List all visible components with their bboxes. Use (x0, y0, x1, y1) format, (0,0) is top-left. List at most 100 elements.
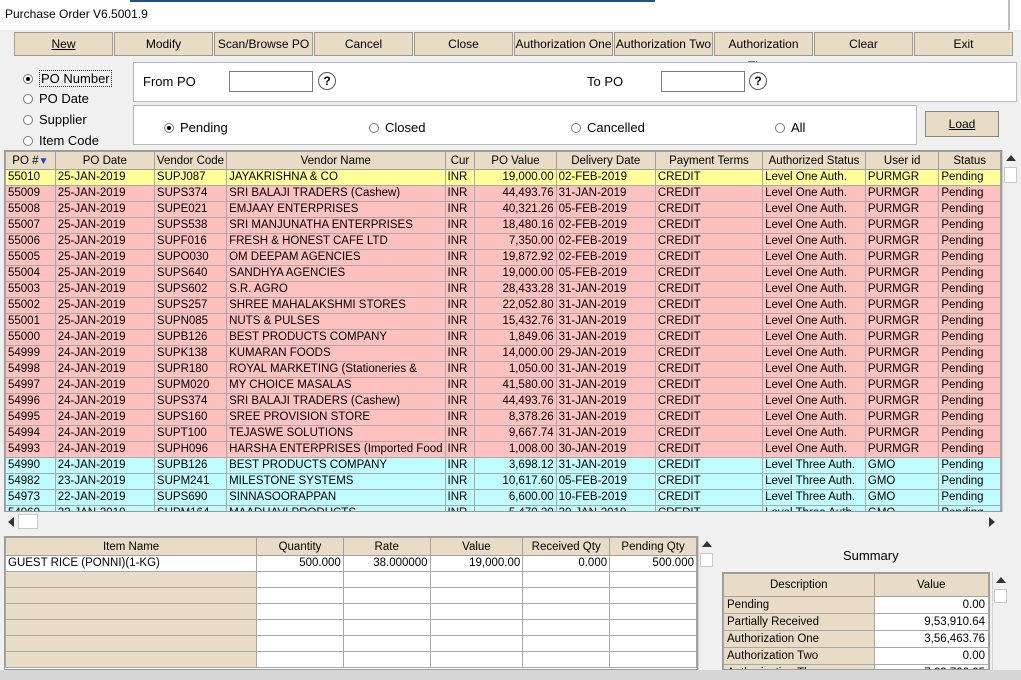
item-cell-blank[interactable] (342, 651, 431, 668)
po-row[interactable]: 54973 22-JAN-2019 SUPS690 SINNASOORAPPAN INR… (5, 489, 1001, 506)
po-cell-user-id[interactable]: PURMGR (864, 281, 940, 298)
po-cell-user-id[interactable]: PURMGR (864, 201, 940, 218)
po-cell-payment-terms[interactable]: CREDIT (654, 361, 764, 378)
po-cell-po-date[interactable]: 25-JAN-2019 (54, 169, 155, 186)
po-cell-vendor-code[interactable]: SUPB126 (153, 457, 228, 474)
po-cell-currency[interactable]: INR (444, 297, 476, 314)
po-cell-user-id[interactable]: PURMGR (864, 441, 940, 458)
po-cell-authorized-status[interactable]: Level One Auth. (762, 377, 866, 394)
po-cell-po-value[interactable]: 15,432.76 (474, 313, 557, 330)
po-cell-currency[interactable]: INR (444, 329, 476, 346)
po-cell-status[interactable]: Pending (938, 441, 1001, 458)
po-cell-authorized-status[interactable]: Level One Auth. (762, 169, 866, 186)
po-cell-vendor-code[interactable]: SUPE021 (153, 201, 228, 218)
po-row[interactable]: 55009 25-JAN-2019 SUPS374 SRI BALAJI TRADER… (5, 185, 1001, 202)
po-cell-po-date[interactable]: 25-JAN-2019 (54, 217, 155, 234)
po-cell-status[interactable]: Pending (938, 249, 1001, 266)
po-cell-payment-terms[interactable]: CREDIT (654, 233, 764, 250)
item-row-blank[interactable] (5, 619, 697, 636)
item-cell-blank[interactable] (256, 571, 344, 588)
po-cell-vendor-name[interactable]: SHREE MAHALAKSHMI STORES (226, 297, 446, 314)
col-quantity[interactable]: Quantity (256, 537, 344, 556)
po-cell-vendor-name[interactable]: NUTS & PULSES (226, 313, 446, 330)
po-cell-po-value[interactable]: 9,667.74 (474, 425, 557, 442)
po-cell-po-date[interactable]: 24-JAN-2019 (54, 425, 155, 442)
col-user-id[interactable]: User id (864, 151, 940, 170)
po-cell-user-id[interactable]: GMO (864, 505, 940, 511)
po-cell-po-value[interactable]: 44,493.76 (474, 393, 557, 410)
item-cell-rate[interactable]: 38.000000 (342, 555, 431, 572)
summary-scroll-up-arrow-icon[interactable] (996, 577, 1006, 583)
po-cell-currency[interactable]: INR (444, 345, 476, 362)
po-cell-po-date[interactable]: 24-JAN-2019 (54, 345, 155, 362)
po-cell-authorized-status[interactable]: Level One Auth. (762, 441, 866, 458)
po-cell-po-number[interactable]: 54996 (5, 393, 56, 410)
summary-vscroll-thumb[interactable] (994, 589, 1007, 603)
po-cell-vendor-code[interactable]: SUPS602 (153, 281, 228, 298)
po-row[interactable]: 54982 23-JAN-2019 SUPM241 MILESTONE SYSTEMS… (5, 473, 1001, 490)
po-cell-user-id[interactable]: GMO (864, 473, 940, 490)
po-cell-po-number[interactable]: 54990 (5, 457, 56, 474)
po-cell-payment-terms[interactable]: CREDIT (654, 249, 764, 266)
po-cell-authorized-status[interactable]: Level One Auth. (762, 297, 866, 314)
po-cell-po-date[interactable]: 25-JAN-2019 (54, 249, 155, 266)
po-row[interactable]: 54994 24-JAN-2019 SUPT100 TEJASWE SOLUTIONS… (5, 425, 1001, 442)
po-cell-vendor-code[interactable]: SUPS257 (153, 297, 228, 314)
po-cell-authorized-status[interactable]: Level One Auth. (762, 313, 866, 330)
po-cell-status[interactable]: Pending (938, 233, 1001, 250)
po-cell-payment-terms[interactable]: CREDIT (654, 441, 764, 458)
item-cell-blank[interactable] (342, 603, 431, 620)
modify-button[interactable]: Modify (114, 32, 213, 56)
po-cell-po-value[interactable]: 44,493.76 (474, 185, 557, 202)
col-rate[interactable]: Rate (342, 537, 431, 556)
po-cell-vendor-code[interactable]: SUPS640 (153, 265, 228, 282)
item-cell-blank[interactable] (609, 571, 697, 588)
po-cell-po-number[interactable]: 55001 (5, 313, 56, 330)
po-cell-po-date[interactable]: 22-JAN-2019 (54, 489, 155, 506)
po-cell-po-number[interactable]: 54999 (5, 345, 56, 362)
po-cell-authorized-status[interactable]: Level Three Auth. (762, 473, 866, 490)
radio-po-date[interactable]: PO Date (23, 91, 89, 106)
po-cell-currency[interactable]: INR (444, 505, 476, 511)
po-cell-po-value[interactable]: 8,378.26 (474, 409, 557, 426)
po-cell-po-value[interactable]: 1,849.06 (474, 329, 557, 346)
item-cell-blank[interactable] (5, 587, 258, 604)
item-cell-blank[interactable] (522, 603, 611, 620)
item-cell-blank[interactable] (522, 571, 611, 588)
po-cell-authorized-status[interactable]: Level One Auth. (762, 409, 866, 426)
col-value[interactable]: Value (429, 537, 524, 556)
po-cell-user-id[interactable]: PURMGR (864, 345, 940, 362)
item-row-blank[interactable] (5, 651, 697, 668)
po-cell-payment-terms[interactable]: CREDIT (654, 345, 764, 362)
po-row[interactable]: 54998 24-JAN-2019 SUPR180 ROYAL MARKETING (… (5, 361, 1001, 378)
po-cell-po-date[interactable]: 24-JAN-2019 (54, 409, 155, 426)
po-cell-user-id[interactable]: PURMGR (864, 185, 940, 202)
po-row[interactable]: 55008 25-JAN-2019 SUPE021 EMJAAY ENTERPRISE… (5, 201, 1001, 218)
po-cell-vendor-code[interactable]: SUPB126 (153, 329, 228, 346)
po-cell-status[interactable]: Pending (938, 489, 1001, 506)
po-cell-vendor-name[interactable]: S.R. AGRO (226, 281, 446, 298)
po-cell-po-number[interactable]: 55006 (5, 233, 56, 250)
radio-supplier[interactable]: Supplier (23, 112, 87, 127)
po-cell-status[interactable]: Pending (938, 425, 1001, 442)
po-cell-po-value[interactable]: 41,580.00 (474, 377, 557, 394)
po-cell-po-value[interactable]: 14,000.00 (474, 345, 557, 362)
po-cell-delivery-date[interactable]: 05-FEB-2019 (555, 201, 656, 218)
po-cell-vendor-name[interactable]: SRI BALAJI TRADERS (Cashew) (226, 185, 446, 202)
po-cell-authorized-status[interactable]: Level One Auth. (762, 233, 866, 250)
po-cell-payment-terms[interactable]: CREDIT (654, 185, 764, 202)
col-currency[interactable]: Cur (444, 151, 476, 170)
po-cell-currency[interactable]: INR (444, 425, 476, 442)
po-cell-vendor-name[interactable]: BEST PRODUCTS COMPANY (226, 329, 446, 346)
po-row[interactable]: 55003 25-JAN-2019 SUPS602 S.R. AGRO INR 28,43… (5, 281, 1001, 298)
item-cell-blank[interactable] (342, 635, 431, 652)
po-cell-status[interactable]: Pending (938, 297, 1001, 314)
item-cell-blank[interactable] (609, 587, 697, 604)
po-cell-vendor-name[interactable]: MY CHOICE MASALAS (226, 377, 446, 394)
po-cell-currency[interactable]: INR (444, 457, 476, 474)
po-cell-po-value[interactable]: 19,000.00 (474, 265, 557, 282)
po-cell-currency[interactable]: INR (444, 185, 476, 202)
col-status[interactable]: Status (938, 151, 1001, 170)
po-cell-vendor-name[interactable]: EMJAAY ENTERPRISES (226, 201, 446, 218)
po-cell-delivery-date[interactable]: 02-FEB-2019 (555, 217, 656, 234)
